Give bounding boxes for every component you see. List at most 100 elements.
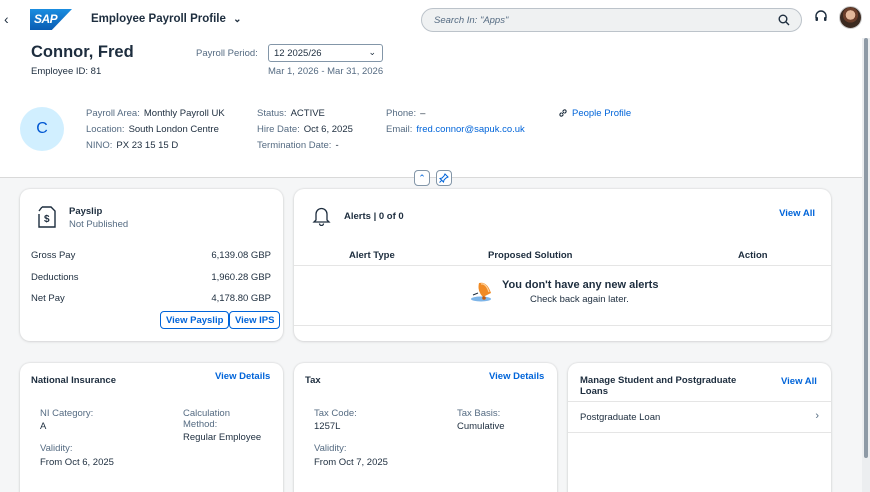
- payslip-status: Not Published: [69, 219, 129, 230]
- employee-name: Connor, Fred: [31, 43, 134, 61]
- tax-code-value: 1257L: [314, 421, 341, 432]
- tax-validity-label: Validity:: [314, 443, 347, 454]
- collapse-header-button[interactable]: ⌃: [414, 170, 430, 186]
- pin-icon: [439, 173, 449, 183]
- termination-date: Termination Date: -: [257, 140, 339, 151]
- logo-text: SAP: [34, 12, 58, 26]
- search-field[interactable]: Search In: "Apps": [421, 8, 802, 32]
- people-profile-link[interactable]: People Profile: [558, 108, 631, 119]
- empty-alerts-title: You don't have any new alerts: [502, 279, 659, 291]
- tax-validity-value: From Oct 7, 2025: [314, 457, 388, 468]
- email-link[interactable]: fred.connor@sapuk.co.uk: [416, 124, 524, 135]
- status: Status: ACTIVE: [257, 108, 325, 119]
- payroll-period-label: Payroll Period:: [196, 48, 258, 59]
- employee-id-label: Employee ID:: [31, 66, 89, 77]
- status-label: Status:: [257, 108, 287, 119]
- list-item-postgraduate-loan[interactable]: Postgraduate Loan ›: [568, 402, 831, 432]
- payroll-area-label: Payroll Area:: [86, 108, 140, 119]
- payslip-title: Payslip: [69, 206, 103, 217]
- table-bottom-divider: [294, 325, 831, 326]
- alerts-title: Alerts | 0 of 0: [344, 211, 404, 222]
- employee-avatar: C: [20, 107, 64, 151]
- termination-label: Termination Date:: [257, 140, 332, 151]
- location: Location: South London Centre: [86, 124, 219, 135]
- search-input[interactable]: Search In: "Apps": [434, 15, 508, 26]
- svg-text:$: $: [44, 214, 50, 225]
- phone-value: –: [420, 108, 426, 119]
- payslip-icon: $: [38, 206, 56, 228]
- ni-validity-value: From Oct 6, 2025: [40, 457, 114, 468]
- payslip-card[interactable]: $ Payslip Not Published Gross Pay 6,139.…: [20, 189, 283, 341]
- ni-validity-label: Validity:: [40, 443, 73, 454]
- shell-bar: ‹ SAP Employee Payroll Profile ⌄ Search …: [0, 0, 870, 38]
- loans-view-all-link[interactable]: View All: [781, 376, 817, 387]
- user-avatar[interactable]: [839, 6, 862, 29]
- hire-date: Hire Date: Oct 6, 2025: [257, 124, 353, 135]
- phone-label: Phone:: [386, 108, 417, 119]
- col-alert-type: Alert Type: [349, 250, 395, 261]
- payroll-area-value: Monthly Payroll UK: [143, 108, 225, 119]
- link-icon: [559, 109, 567, 117]
- location-value: South London Centre: [128, 124, 219, 135]
- ni-view-details-link[interactable]: View Details: [215, 371, 270, 382]
- back-icon[interactable]: ‹: [4, 11, 9, 27]
- national-insurance-card[interactable]: National Insurance View Details NI Categ…: [20, 363, 283, 492]
- list-item-label: Postgraduate Loan: [580, 412, 661, 423]
- scrollbar-thumb[interactable]: [864, 38, 868, 458]
- ni-title: National Insurance: [31, 375, 116, 386]
- search-icon[interactable]: [778, 14, 790, 26]
- payroll-period-range: Mar 1, 2026 - Mar 31, 2026: [268, 66, 384, 77]
- email: Email: fred.connor@sapuk.co.uk: [386, 124, 525, 135]
- nino-label: NINO:: [86, 140, 113, 151]
- view-ips-button[interactable]: View IPS: [229, 311, 281, 329]
- gross-pay-label: Gross Pay: [31, 250, 76, 261]
- email-label: Email:: [386, 124, 413, 135]
- loans-card[interactable]: Manage Student and Postgraduate Loans Vi…: [568, 363, 831, 492]
- app-title-menu[interactable]: Employee Payroll Profile ⌄: [91, 13, 241, 25]
- col-proposed-solution: Proposed Solution: [488, 250, 573, 261]
- net-pay-value: 4,178.80 GBP: [211, 293, 271, 304]
- people-profile-label: People Profile: [572, 108, 632, 119]
- payroll-period-value: 12 2025/26: [274, 48, 322, 59]
- pin-header-button[interactable]: [436, 170, 452, 186]
- chevron-down-icon: ⌄: [368, 47, 376, 57]
- tax-card[interactable]: Tax View Details Tax Code: 1257L Tax Bas…: [294, 363, 557, 492]
- net-pay-label: Net Pay: [31, 293, 65, 304]
- chevron-up-icon: ⌃: [418, 173, 426, 183]
- phone: Phone: –: [386, 108, 425, 119]
- app-title: Employee Payroll Profile: [91, 13, 226, 25]
- nino: NINO: PX 23 15 15 D: [86, 140, 178, 151]
- termination-value: -: [335, 140, 339, 151]
- status-value: ACTIVE: [290, 108, 325, 119]
- empty-bell-illustration-icon: [471, 282, 491, 302]
- tax-basis-value: Cumulative: [457, 421, 505, 432]
- vertical-scrollbar[interactable]: [862, 38, 870, 492]
- chevron-down-icon: ⌄: [233, 14, 242, 25]
- sap-logo[interactable]: SAP: [30, 9, 72, 30]
- view-payslip-button[interactable]: View Payslip: [160, 311, 230, 329]
- deductions-value: 1,960.28 GBP: [211, 272, 271, 283]
- hire-date-label: Hire Date:: [257, 124, 300, 135]
- loans-title: Manage Student and Postgraduate Loans: [580, 375, 737, 397]
- chevron-right-icon: ›: [815, 410, 819, 422]
- location-label: Location:: [86, 124, 125, 135]
- tax-view-details-link[interactable]: View Details: [489, 371, 544, 382]
- employee-id-value: 81: [90, 66, 102, 77]
- tax-code-label: Tax Code:: [314, 408, 357, 419]
- alerts-view-all-link[interactable]: View All: [779, 208, 815, 219]
- empty-alerts-subtitle: Check back again later.: [530, 294, 629, 305]
- headset-icon[interactable]: [814, 10, 828, 24]
- gross-pay-value: 6,139.08 GBP: [211, 250, 271, 261]
- alerts-card[interactable]: Alerts | 0 of 0 View All Alert Type Prop…: [294, 189, 831, 341]
- deductions-label: Deductions: [31, 272, 79, 283]
- payroll-period-select[interactable]: 12 2025/26 ⌄: [268, 44, 383, 62]
- nino-value: PX 23 15 15 D: [116, 140, 179, 151]
- ni-calculation-label: Calculation Method:: [183, 408, 230, 430]
- ni-calculation-value: Regular Employee: [183, 432, 262, 443]
- tax-title: Tax: [305, 375, 321, 386]
- bell-icon: [312, 207, 331, 226]
- ni-category-value: A: [40, 421, 47, 432]
- tax-basis-label: Tax Basis:: [457, 408, 501, 419]
- col-action: Action: [738, 250, 768, 261]
- employee-id: Employee ID: 81: [31, 66, 101, 77]
